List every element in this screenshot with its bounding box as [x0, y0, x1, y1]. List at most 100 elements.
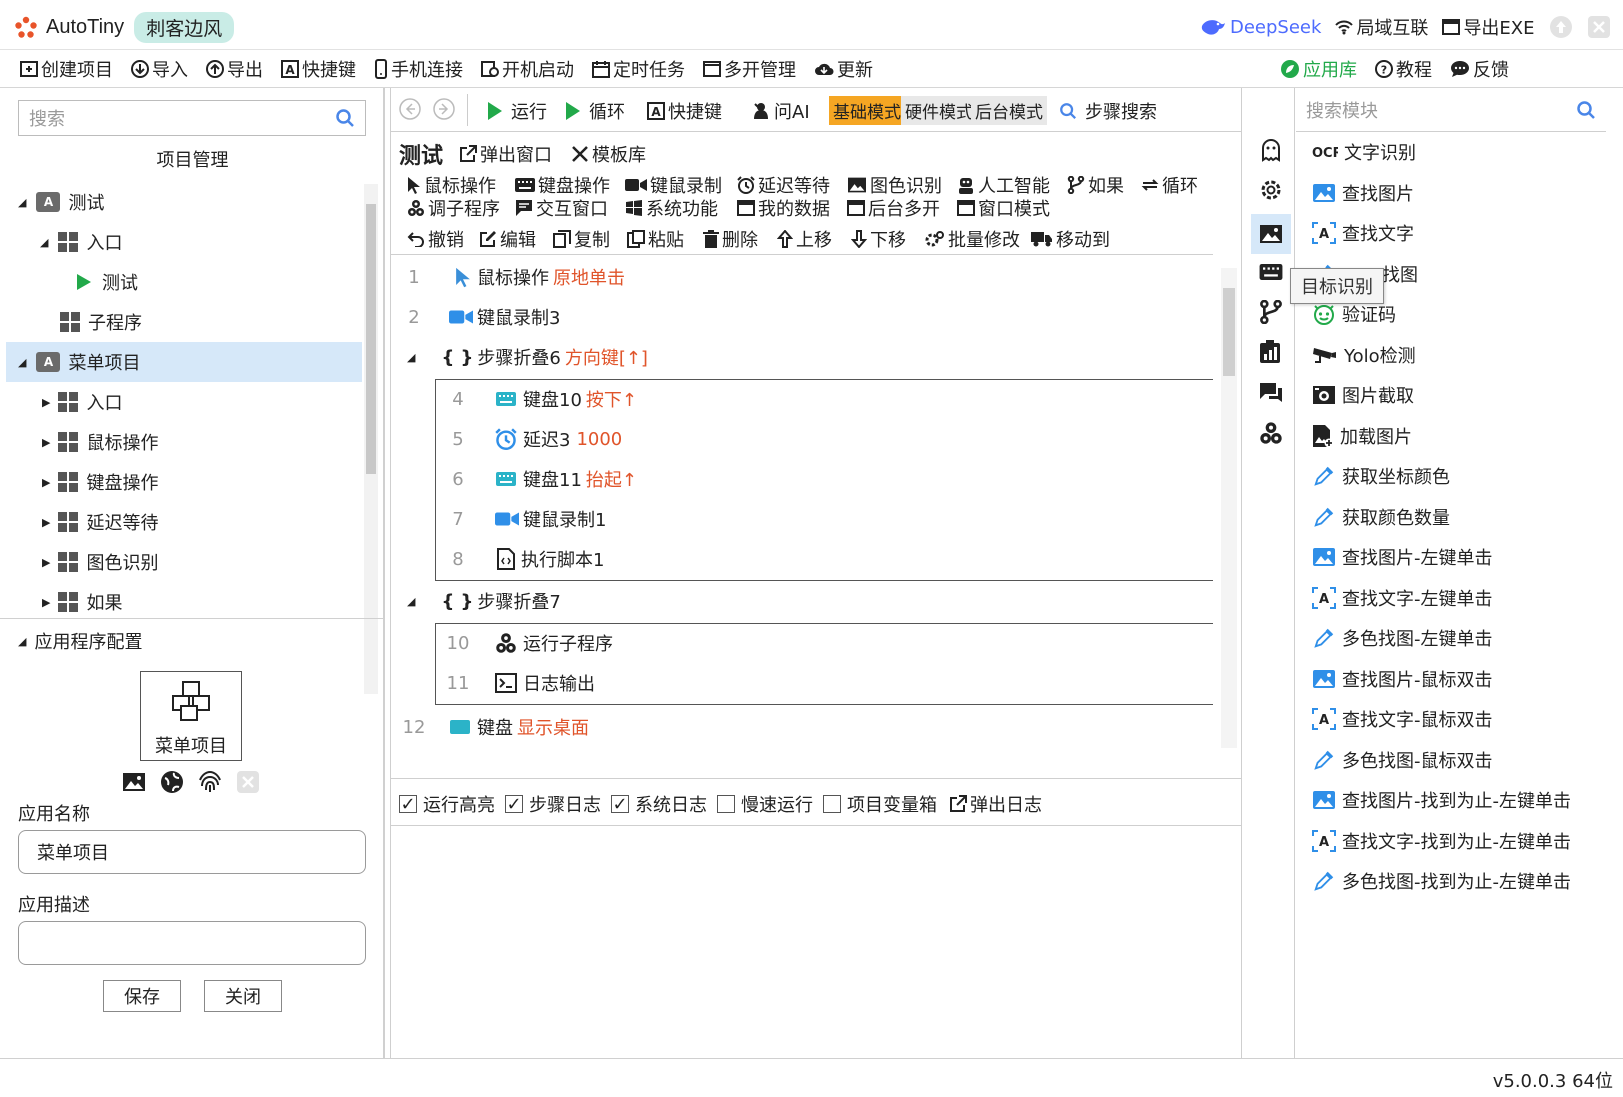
module-find-image[interactable]: 查找图片	[1312, 173, 1414, 213]
module-load-image[interactable]: 加载图片	[1312, 416, 1412, 456]
tree-menu-color[interactable]: ▶ 图色识别	[0, 542, 362, 582]
menu-phone-connect[interactable]: 手机连接	[374, 56, 463, 82]
tree-test-run[interactable]: 测试	[0, 262, 362, 302]
popup-window-button[interactable]: 弹出窗口	[459, 141, 552, 167]
step-search-button[interactable]: 步骤搜索	[1059, 98, 1157, 124]
cat-if[interactable]: 如果	[1067, 172, 1124, 198]
clear-icon[interactable]	[236, 770, 260, 794]
option-system-log[interactable]: ✓ 系统日志	[611, 791, 707, 817]
menu-multi-open[interactable]: 多开管理	[703, 56, 796, 82]
globe-icon[interactable]	[160, 770, 184, 794]
close-button[interactable]: 关闭	[204, 980, 282, 1012]
cat-loop[interactable]: 循环	[1141, 172, 1198, 198]
module-multicolor-dblclick[interactable]: 多色找图-鼠标双击	[1312, 740, 1493, 780]
module-multicolor-click[interactable]: 多色找图-左键单击	[1312, 618, 1493, 658]
checkbox-checked-icon[interactable]: ✓	[399, 794, 417, 815]
clipboard-chart-icon[interactable]	[1259, 340, 1281, 364]
search-icon[interactable]	[335, 108, 355, 128]
collapse-arrow-icon[interactable]: ◢	[407, 351, 415, 364]
step-row-12[interactable]: 12 键盘 显示桌面	[391, 707, 589, 747]
step-row-10[interactable]: 10 运行子程序	[391, 623, 613, 663]
option-step-log[interactable]: ✓ 步骤日志	[505, 791, 601, 817]
tree-menu-entry[interactable]: ▶ 入口	[0, 382, 362, 422]
mode-background-tab[interactable]: 后台模式	[971, 96, 1047, 125]
app-desc-input[interactable]	[18, 921, 366, 965]
step-row-5[interactable]: 5 延迟3 1000	[391, 419, 622, 459]
menu-export[interactable]: 导出	[206, 56, 263, 82]
step-scrollbar-thumb[interactable]	[1223, 288, 1235, 376]
step-row-2[interactable]: 2 键鼠录制3	[391, 297, 560, 337]
module-get-pixel-color[interactable]: 获取坐标颜色	[1312, 456, 1450, 496]
export-exe-button[interactable]: 导出EXE	[1442, 14, 1535, 40]
move-up-button[interactable]: 上移	[777, 226, 832, 252]
expand-arrow-icon[interactable]: ▶	[42, 556, 50, 569]
checkbox-unchecked-icon[interactable]	[823, 795, 841, 813]
template-library-button[interactable]: 模板库	[571, 141, 646, 167]
menu-app-store[interactable]: 应用库	[1280, 56, 1357, 82]
expand-arrow-icon[interactable]: ▶	[42, 476, 50, 489]
popup-log-button[interactable]: 弹出日志	[949, 791, 1042, 817]
option-slow-run[interactable]: 慢速运行	[717, 791, 813, 817]
paste-button[interactable]: 粘贴	[627, 226, 684, 252]
collapse-arrow-icon[interactable]: ◢	[40, 236, 48, 249]
expand-arrow-icon[interactable]: ▶	[42, 516, 50, 529]
tree-menu-mouse[interactable]: ▶ 鼠标操作	[0, 422, 362, 462]
cat-dialog[interactable]: 交互窗口	[515, 195, 608, 221]
menu-scheduled-task[interactable]: 定时任务	[592, 56, 685, 82]
menu-hotkey[interactable]: A 快捷键	[281, 56, 356, 82]
chat-bubbles-icon[interactable]	[1259, 381, 1283, 405]
keyboard-icon[interactable]	[1259, 264, 1283, 280]
app-config-header[interactable]: ◢ 应用程序配置	[18, 628, 142, 654]
module-find-image-click[interactable]: 查找图片-左键单击	[1312, 537, 1493, 577]
collapse-arrow-icon[interactable]: ◢	[18, 356, 26, 369]
module-find-text[interactable]: A 查找文字	[1312, 213, 1414, 253]
checkbox-unchecked-icon[interactable]	[717, 795, 735, 813]
deepseek-button[interactable]: DeepSeek	[1200, 17, 1321, 38]
copy-button[interactable]: 复制	[553, 226, 610, 252]
expand-arrow-icon[interactable]: ▶	[42, 436, 50, 449]
module-ocr[interactable]: OCR 文字识别	[1312, 132, 1416, 172]
step-row-4[interactable]: 4 键盘10 按下↑	[391, 379, 637, 419]
move-to-button[interactable]: 移动到	[1031, 226, 1110, 252]
cat-bg-multi[interactable]: 后台多开	[847, 195, 940, 221]
collapse-arrow-icon[interactable]: ◢	[18, 196, 26, 209]
step-fold-6[interactable]: ◢ { } 步骤折叠6 方向键[↑]	[391, 337, 648, 377]
lan-button[interactable]: 局域互联	[1335, 14, 1428, 40]
cat-call-subprogram[interactable]: 调子程序	[407, 195, 500, 221]
module-multicolor-until-click[interactable]: 多色找图-找到为止-左键单击	[1312, 861, 1571, 901]
menu-feedback[interactable]: 反馈	[1450, 56, 1509, 82]
app-icon-card[interactable]: 菜单项目	[140, 671, 242, 761]
module-find-image-dblclick[interactable]: 查找图片-鼠标双击	[1312, 659, 1493, 699]
option-run-highlight[interactable]: ✓ 运行高亮	[399, 791, 495, 817]
menu-tutorial[interactable]: ? 教程	[1375, 56, 1432, 82]
step-fold-7[interactable]: ◢ { } 步骤折叠7	[391, 581, 561, 621]
log-output-area[interactable]	[391, 828, 1241, 1056]
checkbox-checked-icon[interactable]: ✓	[611, 794, 629, 815]
forward-icon[interactable]	[433, 98, 455, 120]
mode-hardware-tab[interactable]: 硬件模式	[901, 96, 977, 125]
tree-project-test[interactable]: ◢ A 测试	[0, 182, 362, 222]
collapse-arrow-icon[interactable]: ◢	[407, 595, 415, 608]
module-find-text-until-click[interactable]: A 查找文字-找到为止-左键单击	[1312, 821, 1571, 861]
menu-create-project[interactable]: 创建项目	[20, 56, 113, 82]
undo-button[interactable]: 撤销	[407, 226, 464, 252]
step-row-7[interactable]: 7 键鼠录制1	[391, 499, 606, 539]
step-row-8[interactable]: 8 执行脚本1	[391, 539, 604, 579]
hotkey-button[interactable]: A 快捷键	[647, 98, 722, 124]
save-button[interactable]: 保存	[103, 980, 181, 1012]
expand-arrow-icon[interactable]: ▶	[42, 396, 50, 409]
run-button[interactable]: 运行	[487, 98, 547, 124]
cat-my-data[interactable]: 我的数据	[737, 195, 830, 221]
delete-button[interactable]: 删除	[703, 226, 758, 252]
module-find-text-click[interactable]: A 查找文字-左键单击	[1312, 578, 1493, 618]
module-search-input[interactable]: 搜索模块	[1296, 88, 1606, 132]
option-var-box[interactable]: 项目变量箱	[823, 791, 937, 817]
checkbox-checked-icon[interactable]: ✓	[505, 794, 523, 815]
edit-button[interactable]: 编辑	[479, 226, 536, 252]
module-get-color-count[interactable]: 获取颜色数量	[1312, 497, 1450, 537]
back-icon[interactable]	[399, 98, 421, 120]
branch-icon[interactable]	[1259, 300, 1283, 324]
cat-system[interactable]: 系统功能	[625, 195, 718, 221]
tree-entry[interactable]: ◢ 入口	[0, 222, 362, 262]
ghost-icon[interactable]	[1259, 138, 1283, 162]
